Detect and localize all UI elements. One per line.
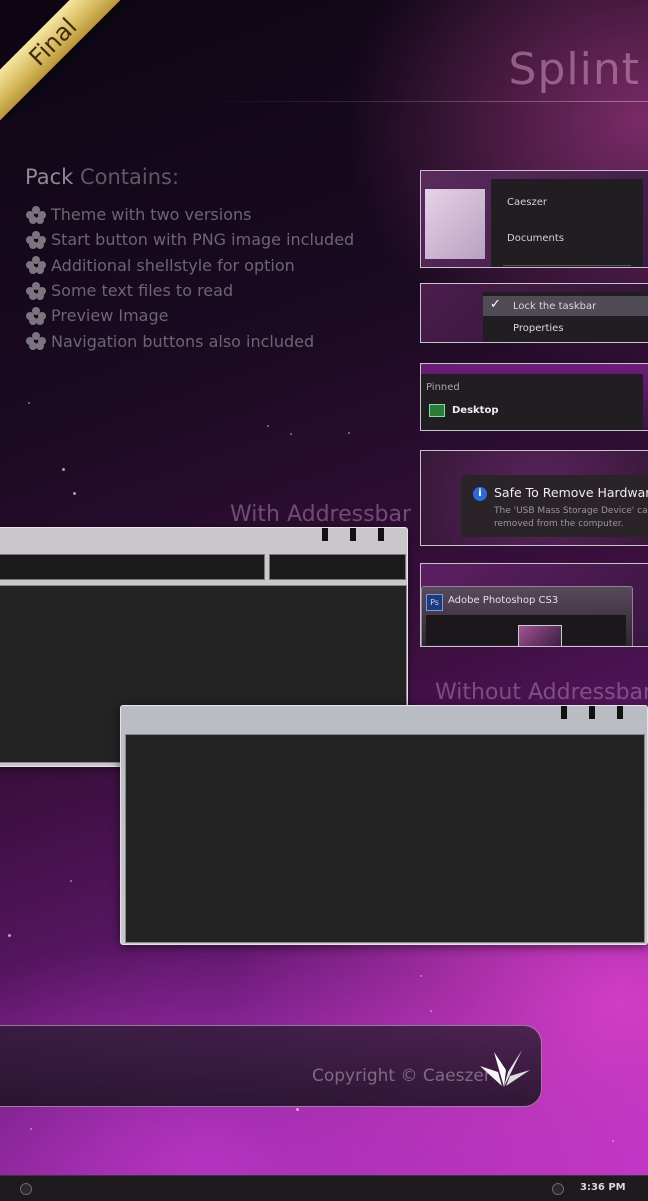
check-icon: ✓ (490, 297, 501, 312)
brand-title: Splint (508, 44, 640, 95)
notification-line-2: removed from the computer. (494, 519, 624, 529)
start-menu-documents[interactable]: Documents (507, 233, 564, 244)
caption-buttons (561, 706, 623, 720)
brand-divider (200, 101, 648, 102)
lock-taskbar-item[interactable]: Lock the taskbar (513, 301, 596, 312)
caption-without-addressbar: Without Addressbar (435, 680, 648, 705)
flower-bullet-icon (26, 230, 46, 249)
photoshop-icon: Ps (426, 594, 443, 611)
info-icon: i (473, 487, 487, 501)
pack-title-rest: Contains: (73, 165, 180, 189)
star-decoration (296, 1108, 299, 1111)
taskbar: 3:36 PM (0, 1175, 648, 1201)
minimize-button[interactable] (561, 706, 567, 719)
address-bar[interactable] (0, 554, 265, 580)
pinned-heading: Pinned (426, 382, 460, 393)
star-decoration (290, 433, 292, 435)
list-item-label: Preview Image (51, 306, 169, 326)
start-menu-panel: Caeszer Documents (491, 179, 643, 267)
list-item: Start button with PNG image included (26, 227, 354, 252)
thumbnail-preview: Ps Adobe Photoshop CS3 (420, 563, 648, 647)
close-button[interactable] (378, 528, 384, 541)
star-decoration (73, 492, 76, 495)
close-button[interactable] (617, 706, 623, 719)
star-decoration (612, 1140, 614, 1142)
list-item: Additional shellstyle for option (26, 253, 354, 278)
star-decoration (420, 975, 422, 977)
caption-buttons (322, 528, 384, 542)
flower-bullet-icon (26, 205, 46, 224)
mini-window (518, 625, 562, 646)
list-item-label: Additional shellstyle for option (51, 255, 295, 275)
pack-title: Pack Contains: (25, 165, 179, 189)
start-menu-preview: Caeszer Documents (420, 170, 648, 268)
window-content (125, 734, 645, 943)
notification-preview: i Safe To Remove Hardware The 'USB Mass … (420, 450, 648, 546)
taskbar-clock[interactable]: 3:36 PM (580, 1182, 626, 1193)
list-item: Preview Image (26, 303, 354, 328)
taskbar-thumbnail[interactable]: Ps Adobe Photoshop CS3 (421, 586, 633, 646)
context-menu: ✓ Lock the taskbar Properties (483, 292, 648, 342)
window-without-addressbar[interactable] (120, 705, 648, 945)
minimize-button[interactable] (322, 528, 328, 541)
caption-with-addressbar: With Addressbar (230, 502, 412, 527)
star-decoration (267, 425, 269, 427)
jumplist-panel: Pinned Desktop (421, 374, 643, 430)
flower-bullet-icon (26, 281, 46, 300)
tray-icon[interactable] (552, 1183, 564, 1195)
author-logo-icon (480, 1050, 530, 1087)
notification-body: The 'USB Mass Storage Device' can now be… (494, 505, 648, 531)
notification-line-1: The 'USB Mass Storage Device' can now be… (494, 506, 648, 516)
list-item: Some text files to read (26, 278, 354, 303)
taskbar-context-preview: ✓ Lock the taskbar Properties (420, 283, 648, 343)
star-decoration (28, 402, 30, 404)
start-orb-icon[interactable] (20, 1183, 32, 1195)
pack-list: Theme with two versions Start button wit… (26, 202, 354, 354)
corner-ribbon: Final (0, 0, 120, 120)
list-item-label: Some text files to read (51, 281, 234, 301)
flower-bullet-icon (26, 306, 46, 325)
notification-title: Safe To Remove Hardware (494, 485, 648, 500)
start-menu-user[interactable]: Caeszer (507, 197, 547, 208)
star-decoration (430, 1010, 432, 1012)
star-decoration (62, 468, 65, 471)
thumbnail-title: Adobe Photoshop CS3 (448, 595, 559, 606)
menu-separator (503, 265, 631, 266)
properties-item[interactable]: Properties (513, 323, 564, 334)
user-picture (425, 189, 485, 259)
flower-bullet-icon (26, 256, 46, 275)
desktop-icon (429, 404, 445, 417)
flower-bullet-icon (26, 332, 46, 351)
star-decoration (348, 432, 350, 434)
notification-balloon[interactable]: i Safe To Remove Hardware The 'USB Mass … (461, 475, 648, 537)
maximize-button[interactable] (589, 706, 595, 719)
copyright-text: Copyright © Caeszer (312, 1066, 491, 1086)
list-item-label: Theme with two versions (51, 205, 252, 225)
thumbnail-image (426, 615, 626, 646)
list-item: Navigation buttons also included (26, 328, 354, 353)
jumplist-item-label: Desktop (452, 405, 499, 416)
ribbon-label: Final (0, 0, 120, 120)
star-decoration (30, 1128, 32, 1130)
jumplist-preview: Pinned Desktop (420, 363, 648, 431)
star-decoration (8, 934, 11, 937)
star-decoration (70, 880, 72, 882)
list-item: Theme with two versions (26, 202, 354, 227)
pack-title-main: Pack (25, 165, 74, 189)
jumplist-item[interactable]: Desktop (429, 404, 499, 417)
maximize-button[interactable] (350, 528, 356, 541)
list-item-label: Navigation buttons also included (51, 331, 315, 351)
list-item-label: Start button with PNG image included (51, 230, 355, 250)
search-box[interactable] (269, 554, 406, 580)
